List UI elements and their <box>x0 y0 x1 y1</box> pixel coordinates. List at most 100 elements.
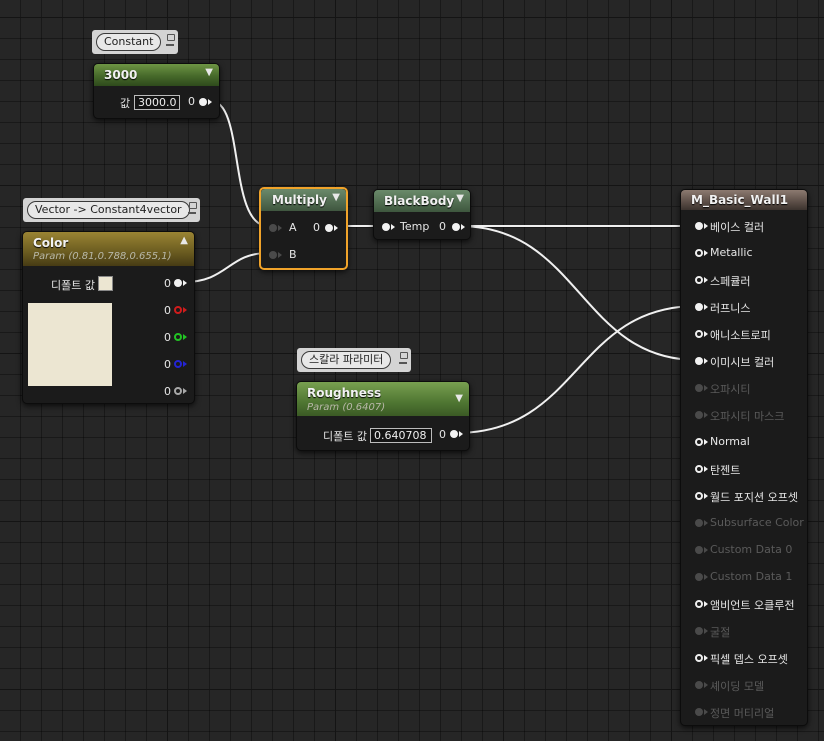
output-pin[interactable] <box>452 223 460 231</box>
output-pin[interactable] <box>450 430 458 438</box>
material-input-pin-row[interactable]: 러프니스 <box>681 298 809 318</box>
default-color-swatch[interactable] <box>98 276 113 291</box>
chevron-down-icon[interactable]: ▼ <box>332 192 340 203</box>
node-header[interactable]: Color Param (0.81,0.788,0.655,1) ▲ <box>23 232 194 266</box>
node-multiply[interactable]: Multiply ▼ A 0 B <box>259 187 348 270</box>
node-title: Roughness <box>307 386 382 400</box>
input-arrow-icon <box>704 628 708 634</box>
material-input-pin-row[interactable]: 애니소트로피 <box>681 325 809 345</box>
output-pin-a[interactable] <box>174 387 182 395</box>
material-input-pin[interactable] <box>695 357 703 365</box>
value-input[interactable]: 3000.0 <box>134 95 180 110</box>
input-arrow-icon <box>704 223 708 229</box>
chevron-down-icon[interactable]: ▼ <box>455 393 463 404</box>
material-input-pin-row[interactable]: 오파시티 마스크 <box>681 406 809 426</box>
output-arrow-icon <box>461 224 465 230</box>
input-pin-temp[interactable] <box>382 223 390 231</box>
node-header[interactable]: Roughness Param (0.6407) ▼ <box>297 382 469 416</box>
pin-comment-icon[interactable] <box>188 201 197 217</box>
output-arrow-icon <box>183 388 187 394</box>
node-roughness[interactable]: Roughness Param (0.6407) ▼ 디폴트 값 0.64070… <box>296 381 470 451</box>
default-value-label: 디폴트 값 <box>323 430 367 443</box>
output-pin-r[interactable] <box>174 306 182 314</box>
material-input-pin[interactable] <box>695 708 703 716</box>
comment-text: 스칼라 파라미터 <box>301 351 392 369</box>
material-input-pin-row[interactable]: 베이스 컬러 <box>681 217 809 237</box>
input-pin-b[interactable] <box>269 251 277 259</box>
node-color[interactable]: Color Param (0.81,0.788,0.655,1) ▲ 디폴트 값… <box>22 231 195 404</box>
chevron-down-icon[interactable]: ▼ <box>205 67 213 78</box>
material-input-pin[interactable] <box>695 249 703 257</box>
material-input-pin[interactable] <box>695 519 703 527</box>
comment-scalar[interactable]: 스칼라 파라미터 <box>297 348 411 372</box>
node-title: BlackBody <box>384 194 455 208</box>
input-arrow-icon <box>704 412 708 418</box>
material-input-pin[interactable] <box>695 600 703 608</box>
output-pin-rgba[interactable] <box>174 279 182 287</box>
material-input-pin[interactable] <box>695 492 703 500</box>
material-input-pin[interactable] <box>695 276 703 284</box>
material-input-pin-row[interactable]: 앰비언트 오클루전 <box>681 595 809 615</box>
material-input-label: Normal <box>710 435 750 448</box>
material-input-pin-row[interactable]: 굴절 <box>681 622 809 642</box>
material-input-pin[interactable] <box>695 546 703 554</box>
pin-comment-icon[interactable] <box>399 351 408 367</box>
chevron-down-icon[interactable]: ▼ <box>456 193 464 204</box>
output-pin[interactable] <box>199 98 207 106</box>
input-arrow-icon <box>278 252 282 258</box>
material-input-pin-row[interactable]: 스페큘러 <box>681 271 809 291</box>
input-arrow-icon <box>704 682 708 688</box>
material-input-pin[interactable] <box>695 465 703 473</box>
material-input-pin-row[interactable]: 탄젠트 <box>681 460 809 480</box>
node-title: M_Basic_Wall1 <box>691 193 789 207</box>
material-input-pin[interactable] <box>695 438 703 446</box>
input-arrow-icon <box>704 358 708 364</box>
material-input-pin[interactable] <box>695 411 703 419</box>
output-pin-b[interactable] <box>174 360 182 368</box>
node-header[interactable]: BlackBody ▼ <box>374 190 470 212</box>
material-input-pin[interactable] <box>695 222 703 230</box>
material-input-pin-row[interactable]: 정면 머티리얼 <box>681 703 809 723</box>
material-input-pin-row[interactable]: 셰이딩 모델 <box>681 676 809 696</box>
material-input-pin[interactable] <box>695 303 703 311</box>
pin-comment-icon[interactable] <box>166 33 175 49</box>
input-pin-a[interactable] <box>269 224 277 232</box>
material-input-pin-row[interactable]: Normal <box>681 433 809 453</box>
output-arrow-icon <box>183 307 187 313</box>
node-header[interactable]: Multiply ▼ <box>261 189 346 211</box>
material-input-pin[interactable] <box>695 330 703 338</box>
input-arrow-icon <box>704 439 708 445</box>
output-index: 0 <box>439 220 446 233</box>
comment-constant[interactable]: Constant <box>92 30 178 54</box>
input-arrow-icon <box>704 547 708 553</box>
material-input-pin[interactable] <box>695 573 703 581</box>
material-input-pin-row[interactable]: 이미시브 컬러 <box>681 352 809 372</box>
node-material-output[interactable]: M_Basic_Wall1 베이스 컬러 Metallic 스페큘러러프니스애니소트… <box>680 189 808 726</box>
node-subtitle: Param (0.81,0.788,0.655,1) <box>33 251 172 262</box>
input-arrow-icon <box>391 224 395 230</box>
material-input-pin[interactable] <box>695 627 703 635</box>
material-input-pin-row[interactable]: 오파시티 <box>681 379 809 399</box>
material-input-pin-row[interactable]: Subsurface Color <box>681 514 809 534</box>
output-pin-g[interactable] <box>174 333 182 341</box>
output-arrow-icon <box>334 225 338 231</box>
node-blackbody[interactable]: BlackBody ▼ Temp 0 <box>373 189 471 240</box>
material-input-label: 오파시티 <box>710 383 751 396</box>
node-constant[interactable]: 3000 ▼ 값 3000.0 0 <box>93 63 220 119</box>
material-input-pin[interactable] <box>695 384 703 392</box>
chevron-up-icon[interactable]: ▲ <box>180 235 188 246</box>
material-input-pin-row[interactable]: Metallic <box>681 244 809 264</box>
material-input-pin[interactable] <box>695 681 703 689</box>
material-input-pin-row[interactable]: 월드 포지션 오프셋 <box>681 487 809 507</box>
material-input-pin-row[interactable]: Custom Data 0 <box>681 541 809 561</box>
default-value-input[interactable]: 0.640708 <box>370 428 432 443</box>
material-input-pin[interactable] <box>695 654 703 662</box>
output-pin[interactable] <box>325 224 333 232</box>
material-input-pin-row[interactable]: 픽셀 뎁스 오프셋 <box>681 649 809 669</box>
comment-vector[interactable]: Vector -> Constant4vector <box>23 198 200 222</box>
output-arrow-icon <box>208 99 212 105</box>
node-header[interactable]: M_Basic_Wall1 <box>681 190 807 210</box>
material-input-pin-row[interactable]: Custom Data 1 <box>681 568 809 588</box>
node-header[interactable]: 3000 ▼ <box>94 64 219 86</box>
comment-text: Constant <box>96 33 162 51</box>
